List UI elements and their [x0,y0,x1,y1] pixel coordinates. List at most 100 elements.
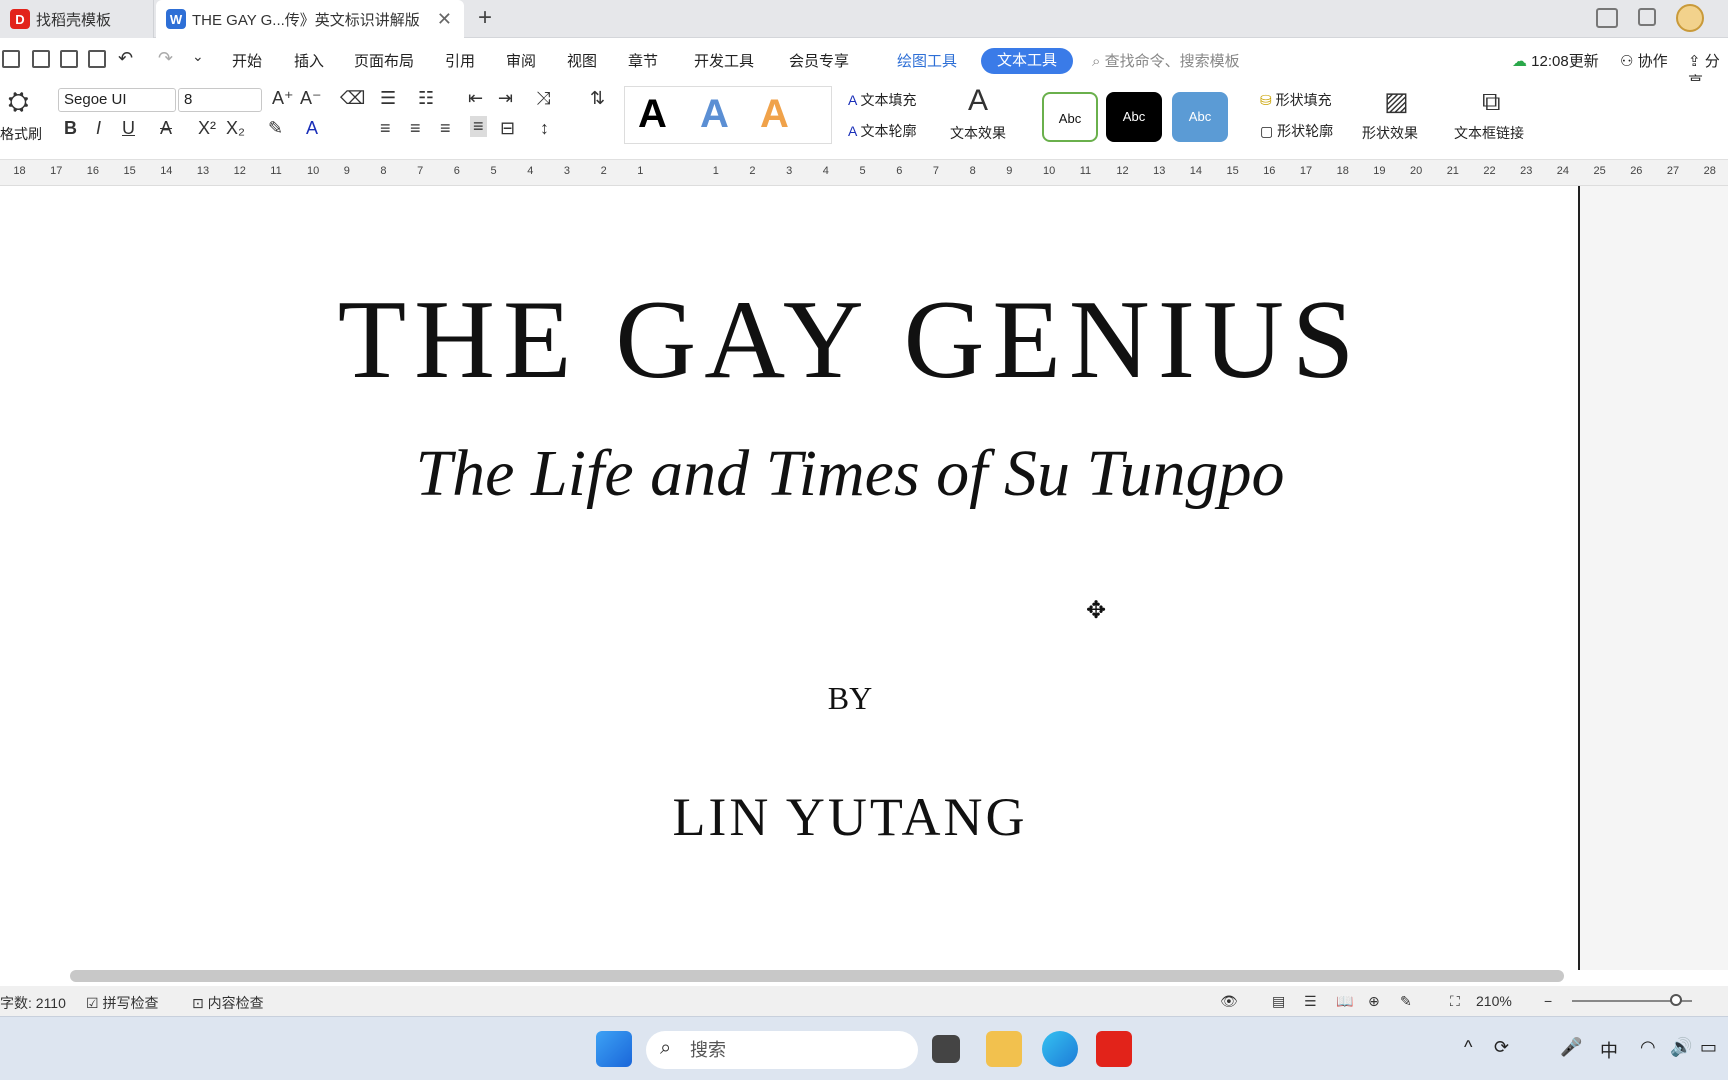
menu-home[interactable]: 开始 [232,50,262,71]
spell-check-button[interactable]: ☑ 拼写检查 [86,993,158,1013]
textbox-link-icon[interactable]: ⧉ [1482,86,1501,118]
italic-icon[interactable]: I [96,118,101,139]
preview-icon[interactable] [88,50,106,68]
wifi-icon[interactable]: ◠ [1640,1037,1656,1058]
avatar[interactable] [1676,4,1704,32]
menu-chapter[interactable]: 章节 [628,50,658,71]
bold-icon[interactable]: B [64,118,77,139]
horizontal-scrollbar[interactable] [70,970,1564,982]
distributed-icon[interactable]: ⊟ [500,118,515,139]
subscript-icon[interactable]: X₂ [226,118,245,139]
ime-indicator[interactable]: 中 [1600,1037,1618,1063]
text-effect-label[interactable]: 文本效果 [950,123,1006,143]
battery-icon[interactable]: ▭ [1700,1037,1717,1058]
taskbar-search[interactable]: 搜索 [646,1031,918,1069]
print-icon[interactable] [60,50,78,68]
outline-view-icon[interactable]: ☰ [1304,993,1317,1010]
redo-icon[interactable]: ↷ [158,48,173,69]
more-dropdown-icon[interactable]: ⌄ [192,48,204,65]
shape-outline-button[interactable]: ▢ 形状轮廓 [1260,121,1333,141]
shape-style-blue[interactable]: Abc [1172,92,1228,142]
menu-insert[interactable]: 插入 [294,50,324,71]
sync-icon[interactable]: ⟳ [1494,1037,1509,1058]
save-icon[interactable] [2,50,20,68]
menu-references[interactable]: 引用 [445,50,475,71]
tab-template[interactable]: D 找稻壳模板 [0,0,154,38]
shape-effect-icon[interactable]: ▨ [1384,86,1409,117]
edge-browser-icon[interactable] [1042,1031,1078,1067]
underline-icon[interactable]: U [122,118,135,139]
eye-protection-icon[interactable]: 👁 [1220,993,1238,1010]
web-view-icon[interactable]: ⊕ [1368,993,1380,1010]
text-outline-button[interactable]: A 文本轮廓 [848,121,916,141]
tab-text-tool[interactable]: 文本工具 [981,48,1073,74]
text-style-orange[interactable]: A [760,92,789,137]
superscript-icon[interactable]: X² [198,118,216,139]
bullet-list-icon[interactable]: ☰ [380,88,396,109]
text-style-black[interactable]: A [638,92,667,137]
decrease-indent-icon[interactable]: ⇤ [468,88,483,109]
zoom-level[interactable]: 210% [1476,993,1512,1009]
zoom-slider-handle[interactable] [1670,994,1682,1006]
menu-developer[interactable]: 开发工具 [694,50,754,71]
shape-fill-button[interactable]: ⛁ 形状填充 [1260,90,1332,110]
task-view-icon[interactable] [932,1035,960,1063]
justify-icon[interactable]: ≡ [470,116,487,137]
shape-style-outline[interactable]: Abc [1042,92,1098,142]
line-spacing-icon[interactable]: ↕ [540,118,549,139]
align-left-icon[interactable]: ≡ [380,118,391,139]
font-size-select[interactable]: 8 [178,88,262,112]
strikethrough-icon[interactable]: A [160,118,172,139]
content-check-button[interactable]: ⊡ 内容检查 [192,993,264,1013]
cloud-sync-status[interactable]: ☁ 12:08更新 [1512,50,1599,71]
font-family-select[interactable]: Segoe UI [58,88,176,112]
menu-page-layout[interactable]: 页面布局 [354,50,414,71]
menu-review[interactable]: 审阅 [506,50,536,71]
layout-icon[interactable] [1596,8,1618,28]
increase-indent-icon[interactable]: ⇥ [498,88,513,109]
read-view-icon[interactable]: 📖 [1336,993,1353,1010]
tab-drawing-tool[interactable]: 绘图工具 [897,50,957,71]
close-tab-icon[interactable]: ✕ [437,9,452,30]
text-fill-button[interactable]: A 文本填充 [848,90,916,110]
wps-office-icon[interactable] [1096,1031,1132,1067]
horizontal-ruler[interactable]: 18 17 16 15 14 13 12 11 10 9 8 7 6 5 4 3 2 1 1 2 3 4 5 6 7 8 9 10 11… [0,160,1728,186]
document-page[interactable]: THE GAY GENIUS The Life and Times of Su … [0,186,1580,970]
tab-document[interactable]: W THE GAY G...传》英文标识讲解版 ✕ [156,0,464,38]
windows-start-icon[interactable] [596,1031,632,1067]
menu-member[interactable]: 会员专享 [789,50,849,71]
microphone-icon[interactable]: 🎤 [1560,1037,1582,1058]
file-explorer-icon[interactable] [986,1031,1022,1067]
undo-icon[interactable]: ↶ [118,48,133,69]
align-center-icon[interactable]: ≡ [410,118,421,139]
volume-icon[interactable]: 🔊 [1670,1037,1692,1058]
page-view-icon[interactable]: ▤ [1272,993,1285,1010]
menu-view[interactable]: 视图 [567,50,597,71]
shape-effect-label[interactable]: 形状效果 [1362,123,1418,143]
fit-page-icon[interactable]: ⛶ [1450,993,1460,1010]
grow-font-icon[interactable]: A⁺ [272,88,294,109]
format-painter-label[interactable]: 格式刷 [0,124,42,144]
new-tab-button[interactable]: + [478,4,492,32]
format-painter-icon[interactable]: ⛭ [8,86,29,118]
font-color-icon[interactable]: A [306,118,318,139]
align-right-icon[interactable]: ≡ [440,118,451,139]
grid-apps-icon[interactable] [1638,8,1656,26]
clear-format-icon[interactable]: ⌫ [340,88,365,109]
text-direction-icon[interactable]: ⤨ [536,88,550,109]
zoom-out-icon[interactable]: − [1544,993,1552,1009]
word-count[interactable]: 字数: 2110 [0,993,66,1013]
text-effect-icon[interactable]: A [968,84,988,118]
textbox-link-label[interactable]: 文本框链接 [1454,123,1524,143]
command-search[interactable]: ⌕ 查找命令、搜索模板 [1092,50,1240,71]
shrink-font-icon[interactable]: A⁻ [300,88,322,109]
export-icon[interactable] [32,50,50,68]
write-view-icon[interactable]: ✎ [1400,993,1412,1010]
highlight-icon[interactable]: ✎ [268,118,283,139]
sort-icon[interactable]: ⇅ [590,88,605,109]
number-list-icon[interactable]: ☷ [418,88,434,109]
shape-style-black[interactable]: Abc [1106,92,1162,142]
system-tray-chevron-icon[interactable]: ^ [1464,1037,1472,1058]
collab-button[interactable]: ⚇ 协作 [1620,50,1668,71]
text-style-blue[interactable]: A [700,92,729,137]
